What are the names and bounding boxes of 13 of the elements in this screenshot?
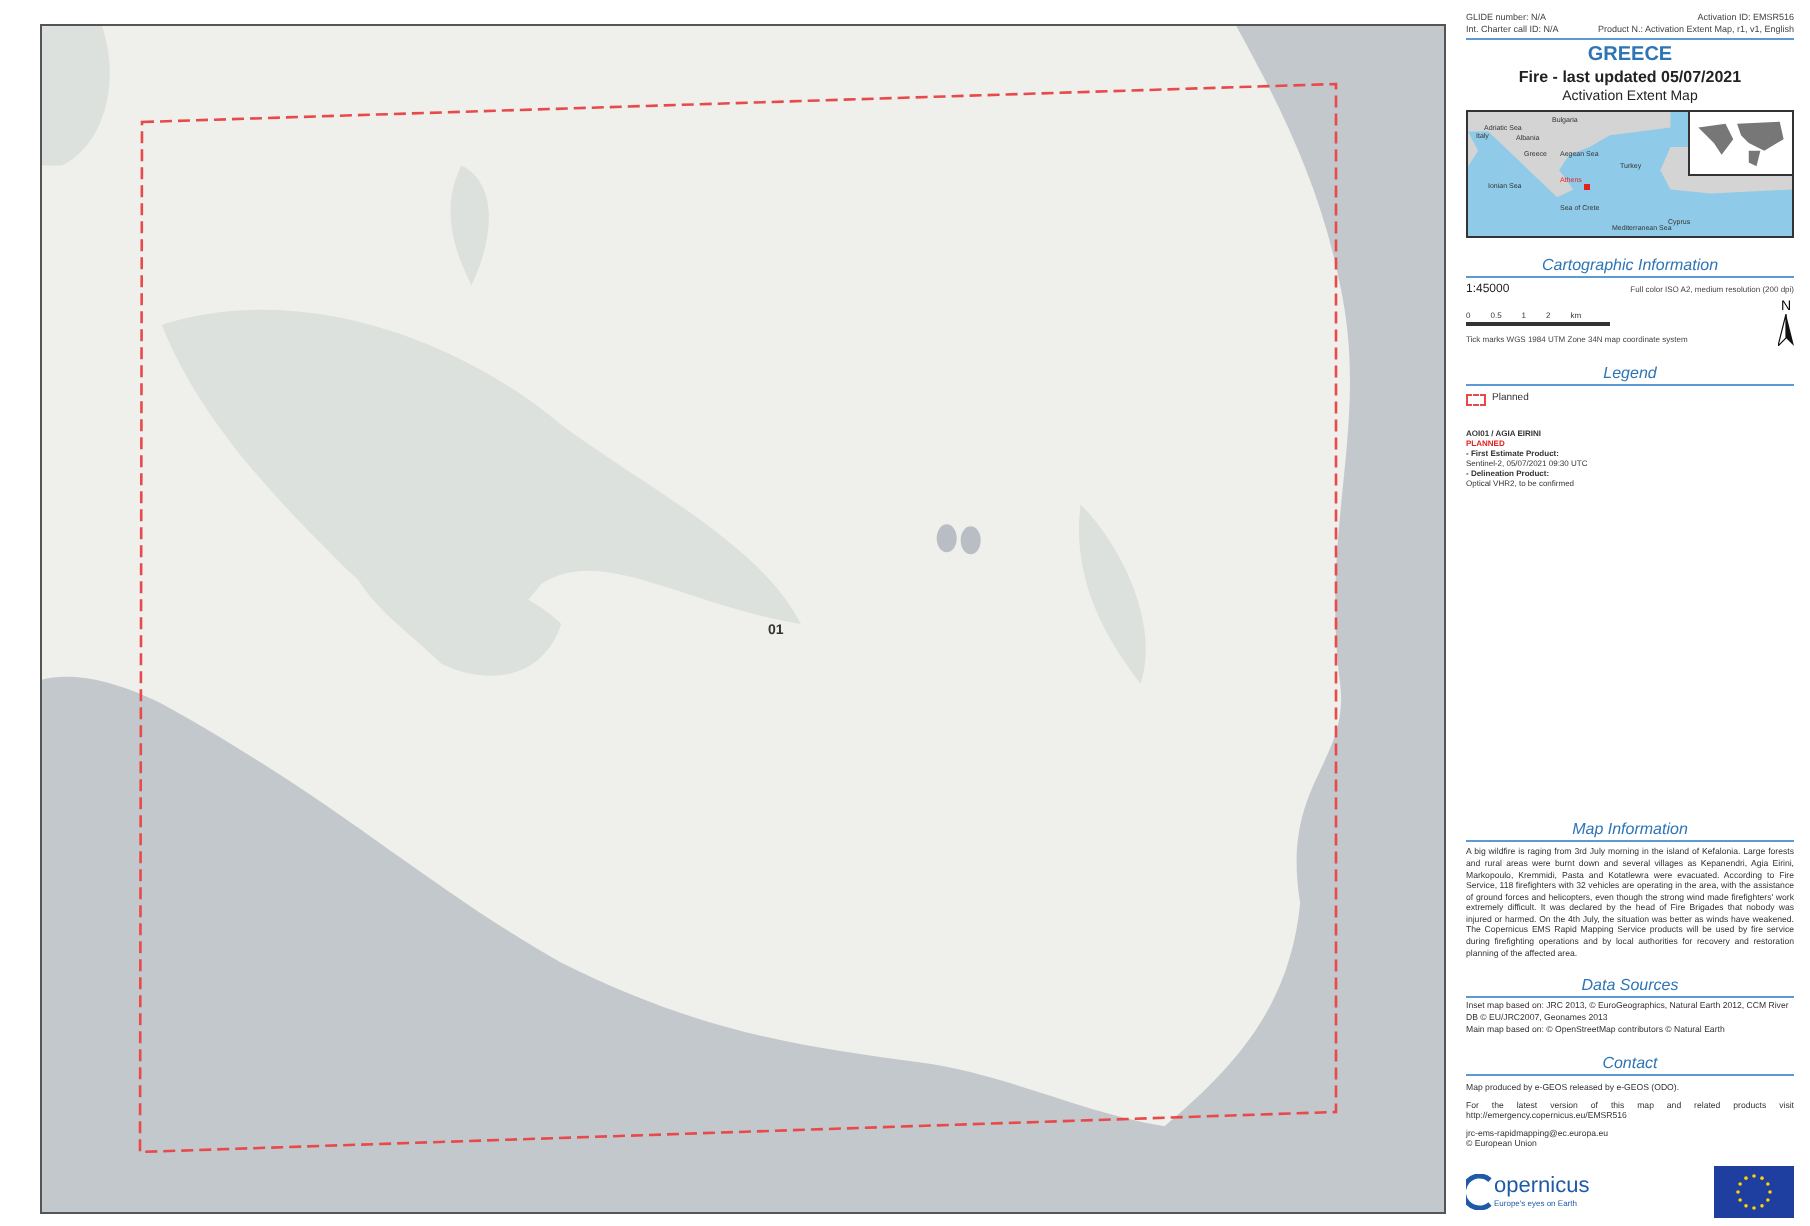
north-arrow-icon <box>1778 314 1794 346</box>
section-heading: Map Information <box>1466 818 1794 843</box>
section-heading: Legend <box>1466 362 1794 386</box>
copernicus-logo-text: opernicus <box>1494 1175 1590 1197</box>
country-title: GREECE <box>1585 44 1675 68</box>
section-heading: Cartographic Information <box>1466 254 1794 278</box>
scale-bar <box>1466 322 1610 326</box>
eu-flag-icon <box>1714 1166 1794 1218</box>
section-heading: Contact <box>1466 1052 1794 1077</box>
event-title: Fire - last updated 05/07/2021 <box>1516 68 1744 88</box>
section-heading: Data Sources <box>1466 974 1794 999</box>
copernicus-c-logo-icon <box>1466 1174 1494 1210</box>
location-marker-icon <box>1584 184 1590 190</box>
